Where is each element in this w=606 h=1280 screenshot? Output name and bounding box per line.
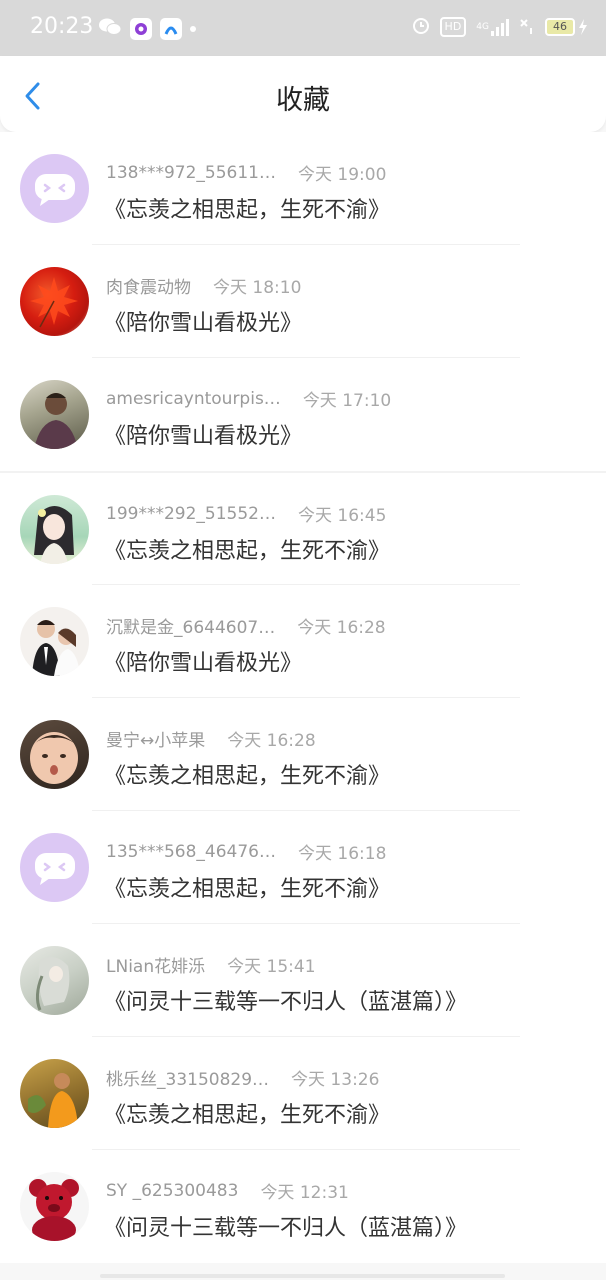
anime-girl-photo xyxy=(34,506,74,564)
work-title[interactable]: 《忘羡之相思起，生死不渝》 xyxy=(104,1097,390,1129)
item-meta: 135***568_46476… 今天 16:18 xyxy=(106,839,387,865)
status-bar: 20:23 HD 4G 46 xyxy=(0,0,606,56)
avatar[interactable] xyxy=(20,1059,89,1128)
scroll-indicator xyxy=(100,1274,505,1278)
avatar[interactable] xyxy=(20,833,89,902)
work-title[interactable]: 《忘羡之相思起，生死不渝》 xyxy=(104,758,390,790)
avatar[interactable] xyxy=(20,154,89,223)
chat-bubble-icon xyxy=(35,853,75,885)
more-notifications-dot xyxy=(190,26,196,32)
cellular-signal-icon: 4G xyxy=(476,18,509,36)
navigation-header: 收藏 xyxy=(0,56,606,132)
item-meta: amesricayntourpis… 今天 17:10 xyxy=(106,386,392,412)
avatar[interactable] xyxy=(20,380,89,449)
user-name[interactable]: 桃乐丝_33150829… xyxy=(106,1065,269,1090)
avatar[interactable] xyxy=(20,720,89,789)
list-item[interactable]: 138***972_55611… 今天 19:00 《忘羡之相思起，生死不渝》 xyxy=(0,132,606,245)
list-item[interactable]: 135***568_46476… 今天 16:18 《忘羡之相思起，生死不渝》 xyxy=(0,811,606,924)
item-meta: SY _625300483 今天 12:31 xyxy=(106,1178,349,1204)
maple-leaf-photo xyxy=(30,277,78,328)
timestamp: 今天 12:31 xyxy=(260,1183,349,1203)
couple-photo xyxy=(32,620,80,676)
timestamp: 今天 16:28 xyxy=(297,618,386,638)
monk-photo xyxy=(28,1073,78,1128)
timestamp: 今天 16:18 xyxy=(297,844,387,864)
avatar[interactable] xyxy=(20,946,89,1015)
user-name[interactable]: 肉食震动物 xyxy=(106,273,191,298)
work-title[interactable]: 《忘羡之相思起，生死不渝》 xyxy=(104,871,390,903)
work-title[interactable]: 《忘羡之相思起，生死不渝》 xyxy=(104,192,390,224)
user-name[interactable]: 199***292_51552… xyxy=(106,504,276,524)
work-title[interactable]: 《忘羡之相思起，生死不渝》 xyxy=(104,533,390,565)
item-meta: 桃乐丝_33150829… 今天 13:26 xyxy=(106,1065,379,1090)
work-title[interactable]: 《陪你雪山看极光》 xyxy=(104,645,302,677)
timestamp: 今天 19:00 xyxy=(297,165,387,185)
item-meta: 肉食震动物 今天 18:10 xyxy=(106,273,301,298)
favorites-list: 138***972_55611… 今天 19:00 《忘羡之相思起，生死不渝》 … xyxy=(0,132,606,1263)
avatar[interactable] xyxy=(20,1172,89,1241)
work-title[interactable]: 《陪你雪山看极光》 xyxy=(104,418,302,450)
item-meta: 曼宁↔小苹果 今天 16:28 xyxy=(106,726,316,751)
list-item[interactable]: LNian花婔泺 今天 15:41 《问灵十三载等一不归人（蓝湛篇）》 xyxy=(0,924,606,1037)
app-icon-blue xyxy=(160,18,182,40)
user-name[interactable]: 138***972_55611… xyxy=(106,163,276,183)
item-meta: 138***972_55611… 今天 19:00 xyxy=(106,160,387,186)
timestamp: 今天 17:10 xyxy=(302,391,392,411)
app-icon-purple xyxy=(130,18,152,40)
avatar[interactable] xyxy=(20,607,89,676)
user-name[interactable]: LNian花婔泺 xyxy=(106,952,205,977)
painting-photo xyxy=(35,957,70,1011)
list-item[interactable]: 曼宁↔小苹果 今天 16:28 《忘羡之相思起，生死不渝》 xyxy=(0,698,606,811)
avatar[interactable] xyxy=(20,495,89,564)
timestamp: 今天 18:10 xyxy=(213,278,302,298)
wechat-icon xyxy=(98,16,122,42)
list-item[interactable]: amesricayntourpis… 今天 17:10 《陪你雪山看极光》 xyxy=(0,358,606,471)
teddy-bear-photo xyxy=(29,1179,79,1241)
timestamp: 今天 15:41 xyxy=(227,957,316,977)
item-meta: 沉默是金_6644607… 今天 16:28 xyxy=(106,613,386,638)
item-meta: 199***292_51552… 今天 16:45 xyxy=(106,501,387,527)
status-time: 20:23 xyxy=(30,14,94,39)
work-title[interactable]: 《问灵十三载等一不归人（蓝湛篇）》 xyxy=(104,984,467,1016)
list-item[interactable]: 肉食震动物 今天 18:10 《陪你雪山看极光》 xyxy=(0,245,606,358)
timestamp: 今天 16:45 xyxy=(297,506,387,526)
list-item[interactable]: 199***292_51552… 今天 16:45 《忘羡之相思起，生死不渝》 xyxy=(0,473,606,585)
notification-icons xyxy=(98,16,196,42)
user-name[interactable]: amesricayntourpis… xyxy=(106,389,281,409)
user-name[interactable]: 曼宁↔小苹果 xyxy=(106,726,205,751)
hd-badge: HD xyxy=(439,17,467,37)
list-item[interactable]: 桃乐丝_33150829… 今天 13:26 《忘羡之相思起，生死不渝》 xyxy=(0,1037,606,1150)
list-item[interactable]: 沉默是金_6644607… 今天 16:28 《陪你雪山看极光》 xyxy=(0,585,606,698)
battery-icon: 46 xyxy=(545,18,588,36)
man-photo xyxy=(34,393,78,449)
avatar[interactable] xyxy=(20,267,89,336)
baby-photo xyxy=(30,732,78,784)
list-item[interactable]: SY _625300483 今天 12:31 《问灵十三载等一不归人（蓝湛篇）》 xyxy=(0,1150,606,1263)
user-name[interactable]: SY _625300483 xyxy=(106,1181,238,1201)
work-title[interactable]: 《问灵十三载等一不归人（蓝湛篇）》 xyxy=(104,1210,467,1242)
timestamp: 今天 16:28 xyxy=(227,731,316,751)
alarm-icon xyxy=(412,16,430,38)
chat-bubble-icon xyxy=(35,174,75,206)
work-title[interactable]: 《陪你雪山看极光》 xyxy=(104,305,302,337)
no-signal-icon xyxy=(519,16,535,38)
page-title: 收藏 xyxy=(276,85,330,116)
item-meta: LNian花婔泺 今天 15:41 xyxy=(106,952,316,977)
timestamp: 今天 13:26 xyxy=(291,1070,380,1090)
system-status-icons: HD 4G 46 xyxy=(412,16,588,38)
user-name[interactable]: 沉默是金_6644607… xyxy=(106,613,275,638)
user-name[interactable]: 135***568_46476… xyxy=(106,842,276,862)
